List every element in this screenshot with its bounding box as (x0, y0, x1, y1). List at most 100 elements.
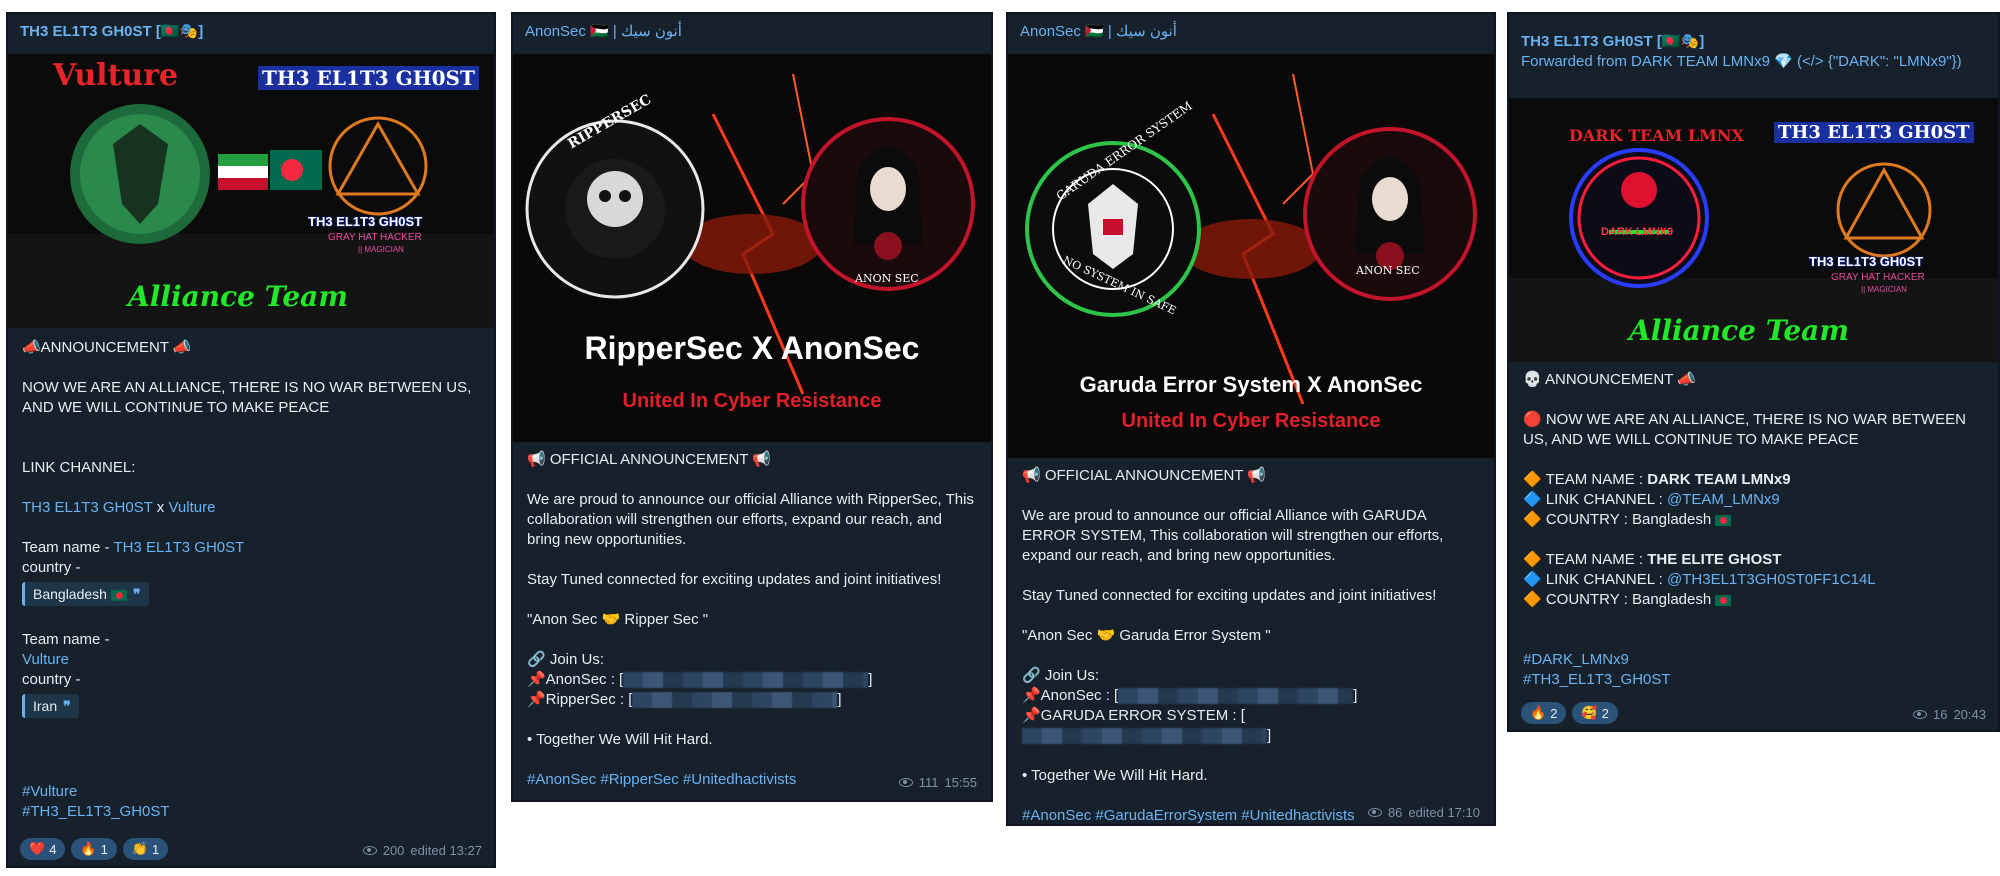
reaction-count: 2 (1601, 705, 1609, 721)
team1-line: Team name - TH3 EL1T3 GH0ST (22, 538, 480, 558)
forwarded-from[interactable]: Forwarded from DARK TEAM LMNx9 💎 (</> {"… (1521, 52, 1986, 72)
message-body: 📢 OFFICIAL ANNOUNCEMENT 📢 We are proud t… (513, 450, 991, 790)
banner-image[interactable]: DARK TEAM LMNX DARK LMNX9 TH3 EL1T3 GH0S… (1509, 98, 1998, 362)
message-meta: 200 edited 13:27 (362, 843, 482, 858)
hashtag-dark[interactable]: #DARK_LMNx9 (1523, 650, 1984, 670)
redacted-link[interactable] (1118, 688, 1354, 705)
hashtag-vulture[interactable]: #Vulture (22, 782, 170, 802)
reactions: 🔥 2 🥰 2 (1521, 702, 1618, 724)
reaction-fire[interactable]: 🔥 2 (1521, 702, 1567, 724)
banner-ghost-title: TH3 EL1T3 GH0ST (258, 66, 479, 90)
forwarded-channel: DARK TEAM LMNx9 💎 (</> {"DARK": "LMNx9"}… (1631, 53, 1962, 70)
banner-image[interactable]: GARUDA ERROR SYSTEM NO SYSTEM IN SAFE AN… (1008, 54, 1494, 458)
country2-label: country - (22, 671, 81, 688)
stay-tuned-text: Stay Tuned connected for exciting update… (527, 571, 942, 588)
fire-icon: 🔥 (80, 841, 97, 856)
quote-text: "Anon Sec 🤝 Ripper Sec " (527, 611, 709, 628)
link-channel-label: LINK CHANNEL: (22, 459, 136, 476)
reaction-count: 2 (1550, 705, 1558, 721)
channel-name[interactable]: AnonSec 🇵🇸 | أنون سيك (513, 14, 991, 48)
link-vulture[interactable]: Vulture (168, 499, 215, 516)
anonsec-link-label: 📌AnonSec : [ (1022, 687, 1119, 704)
country1-value: Bangladesh (33, 586, 107, 602)
channel-name[interactable]: TH3 EL1T3 GH0ST [🇧🇩🎭] (8, 14, 494, 48)
country2-value: Iran (33, 698, 58, 714)
message-footer: 🔥 2 🥰 2 16 20:43 (1521, 698, 1986, 724)
banner-title: Garuda Error System X AnonSec (1079, 372, 1423, 397)
message-body: 💀 ANNOUNCEMENT 📣 🔴 NOW WE ARE AN ALLIANC… (1509, 370, 1998, 690)
country1-label: country - (22, 559, 81, 576)
views-icon (1912, 710, 1927, 719)
anonsec-link-line: 📌AnonSec : [] (527, 670, 977, 690)
team1-link-line: 🔷 LINK CHANNEL : @TEAM_LMNx9 (1523, 490, 1984, 510)
team1-link[interactable]: @TEAM_LMNx9 (1667, 491, 1780, 508)
ripper-link-line: 📌RipperSec : [] (527, 690, 977, 710)
message-card-1: TH3 EL1T3 GH0ST [🇧🇩🎭] Vulture TH3 EL1T3 … (6, 12, 496, 868)
banner-image[interactable]: RIPPERSEC ANON SEC RipperSec X AnonSec U… (513, 54, 991, 442)
view-count: 200 (382, 843, 405, 858)
team1-name: DARK TEAM LMNx9 (1647, 471, 1791, 488)
banner-subtitle: United In Cyber Resistance (622, 390, 882, 412)
country-text: 🔶 COUNTRY : Bangladesh (1523, 511, 1712, 528)
banner-ghost-title: TH3 EL1T3 GH0ST (1774, 122, 1974, 143)
team-name-label: 🔶 TEAM NAME : (1523, 551, 1648, 568)
hashtag-ghost[interactable]: #TH3_EL1T3_GH0ST (22, 802, 170, 822)
garuda-link-line: 📌GARUDA ERROR SYSTEM : [] (1022, 706, 1480, 746)
bangladesh-flag-icon (1715, 514, 1732, 526)
join-label: 🔗 Join Us: (1022, 667, 1100, 684)
quote-text: "Anon Sec 🤝 Garuda Error System " (1022, 627, 1271, 644)
bracket: ] (1267, 727, 1272, 744)
redacted-link[interactable] (1022, 728, 1267, 745)
team-name-label: 🔶 TEAM NAME : (1523, 471, 1648, 488)
team2-link[interactable]: Vulture (22, 650, 480, 670)
anonsec-link-line: 📌AnonSec : [] (1022, 686, 1480, 706)
team2-link[interactable]: @TH3EL1T3GH0ST0FF1C14L (1667, 571, 1876, 588)
reaction-fire[interactable]: 🔥 1 (71, 838, 117, 860)
smiling-hearts-icon: 🥰 (1581, 705, 1598, 720)
team-label: Team name - (22, 539, 114, 556)
redacted-link[interactable] (632, 692, 838, 709)
team1-link[interactable]: TH3 EL1T3 GH0ST (113, 539, 244, 556)
stay-tuned-text: Stay Tuned connected for exciting update… (1022, 587, 1437, 604)
country1-quote: Bangladesh ❞ (22, 582, 149, 606)
reaction-heart[interactable]: ❤️ 4 (20, 838, 66, 860)
bracket: ] (837, 691, 842, 708)
channel-name[interactable]: AnonSec 🇵🇸 | أنون سيك (1008, 14, 1494, 48)
message-header: TH3 EL1T3 GH0ST [🇧🇩🎭] Forwarded from DAR… (1509, 14, 1998, 78)
message-text: We are proud to announce our official Al… (527, 491, 974, 548)
ripper-link-label: 📌RipperSec : [ (527, 691, 633, 708)
reaction-count: 1 (152, 841, 160, 857)
redacted-link[interactable] (623, 672, 869, 689)
channel-name[interactable]: TH3 EL1T3 GH0ST [🇧🇩🎭] (1521, 32, 1986, 52)
clap-icon: 👏 (131, 841, 149, 856)
bangladesh-flag-icon (110, 589, 127, 601)
message-time: edited 17:10 (1408, 805, 1480, 820)
views-icon (362, 846, 377, 855)
team2-name: THE ELITE GHOST (1647, 551, 1782, 568)
message-body: 📣ANNOUNCEMENT 📣 NOW WE ARE AN ALLIANCE, … (8, 338, 494, 722)
hashtag-ghost[interactable]: #TH3_EL1T3_GH0ST (1523, 670, 1984, 690)
bracket: ] (868, 671, 873, 688)
reaction-clap[interactable]: 👏 1 (122, 838, 169, 860)
message-time: 20:43 (1953, 707, 1986, 722)
announcement-heading: 📣ANNOUNCEMENT 📣 (22, 339, 192, 356)
message-card-2: AnonSec 🇵🇸 | أنون سيك RIPPERSEC ANON SEC… (511, 12, 993, 802)
banner-image[interactable]: Vulture TH3 EL1T3 GH0ST TH3 EL1T3 GH0ST … (8, 54, 494, 328)
announcement-heading: 📢 OFFICIAL ANNOUNCEMENT 📢 (1022, 467, 1267, 484)
message-text: NOW WE ARE AN ALLIANCE, THERE IS NO WAR … (22, 379, 472, 416)
link-channel-label: 🔷 LINK CHANNEL : (1523, 571, 1667, 588)
reaction-love[interactable]: 🥰 2 (1572, 702, 1618, 724)
banner-dark-team-title: DARK TEAM LMNX (1569, 126, 1744, 145)
link-line: TH3 EL1T3 GH0ST x Vulture (22, 498, 480, 518)
view-count: 86 (1387, 805, 1403, 820)
banner-logo-sub2: || MAGICIAN (1861, 285, 1907, 294)
channel-title: AnonSec 🇵🇸 | أنون سيك (525, 23, 682, 40)
together-text: • Together We Will Hit Hard. (1022, 767, 1208, 784)
announcement-heading: 📢 OFFICIAL ANNOUNCEMENT 📢 (527, 451, 772, 468)
message-footer: ❤️ 4 🔥 1 👏 1 200 edited 13:27 (20, 834, 482, 860)
reaction-count: 1 (100, 841, 108, 857)
link-ghost[interactable]: TH3 EL1T3 GH0ST (22, 499, 153, 516)
team2-link-line: 🔷 LINK CHANNEL : @TH3EL1T3GH0ST0FF1C14L (1523, 570, 1984, 590)
message-card-3: AnonSec 🇵🇸 | أنون سيك GARUDA ERROR SYSTE… (1006, 12, 1496, 826)
banner-bottom-title: Alliance Team (1629, 314, 1849, 347)
